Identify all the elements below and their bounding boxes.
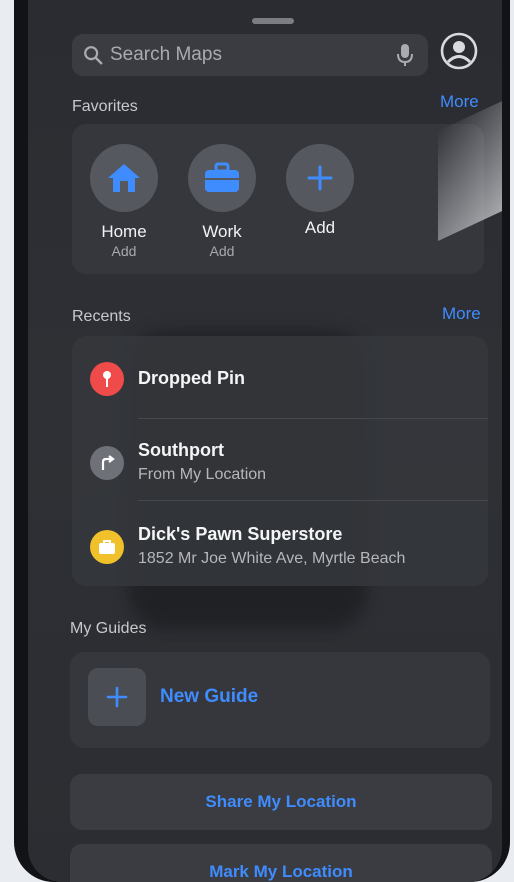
search-bar[interactable]: Search Maps (72, 34, 428, 76)
favorite-add[interactable]: Add (280, 144, 360, 238)
recents-title: Recents (72, 308, 131, 325)
favorite-home-label: Home (101, 222, 147, 241)
favorite-work-sub: Add (209, 243, 235, 259)
plus-icon (307, 165, 333, 191)
favorite-work-label: Work (202, 222, 242, 241)
search-icon (84, 46, 103, 65)
favorites-more-link[interactable]: More (440, 92, 479, 112)
recents-more-link[interactable]: More (442, 304, 481, 324)
account-avatar-icon[interactable] (440, 32, 478, 70)
recent-dicks-pawn[interactable]: Dick's Pawn Superstore 1852 Mr Joe White… (72, 500, 488, 582)
recent-title: Southport (138, 440, 224, 460)
recents-card: Dropped Pin Southport From My Location D… (72, 336, 488, 586)
recent-title: Dropped Pin (138, 368, 245, 388)
new-guide-label: New Guide (160, 686, 259, 707)
microphone-icon[interactable] (396, 43, 414, 67)
favorite-home-circle (90, 144, 158, 212)
sheet-grabber[interactable] (252, 18, 294, 24)
favorites-card: Home Add Work Add Add (72, 124, 484, 274)
bag-icon (90, 530, 124, 564)
favorite-work[interactable]: Work Add (182, 144, 262, 259)
directions-arrow-icon (90, 446, 124, 480)
search-placeholder[interactable]: Search Maps (110, 44, 396, 66)
favorite-add-label: Add (304, 218, 336, 237)
favorite-work-circle (188, 144, 256, 212)
favorite-home-sub: Add (111, 243, 137, 259)
maps-sheet: Search Maps Favorites More Home Add Work… (28, 0, 502, 882)
share-location-button[interactable]: Share My Location (70, 774, 492, 830)
pin-icon (90, 362, 124, 396)
mark-location-button[interactable]: Mark My Location (70, 844, 492, 882)
recent-southport[interactable]: Southport From My Location (72, 418, 488, 501)
plus-icon (88, 668, 146, 726)
favorites-title: Favorites (72, 98, 138, 115)
favorite-home[interactable]: Home Add (84, 144, 164, 259)
favorite-add-circle (286, 144, 354, 212)
recent-title: Dick's Pawn Superstore (138, 524, 343, 544)
briefcase-icon (205, 162, 239, 192)
house-icon (108, 164, 140, 192)
recent-subtitle: 1852 Mr Joe White Ave, Myrtle Beach (138, 550, 406, 567)
recent-subtitle: From My Location (138, 466, 267, 483)
my-guides-title: My Guides (70, 620, 147, 637)
recent-dropped-pin[interactable]: Dropped Pin (72, 336, 488, 419)
new-guide-row[interactable]: New Guide (70, 652, 490, 748)
